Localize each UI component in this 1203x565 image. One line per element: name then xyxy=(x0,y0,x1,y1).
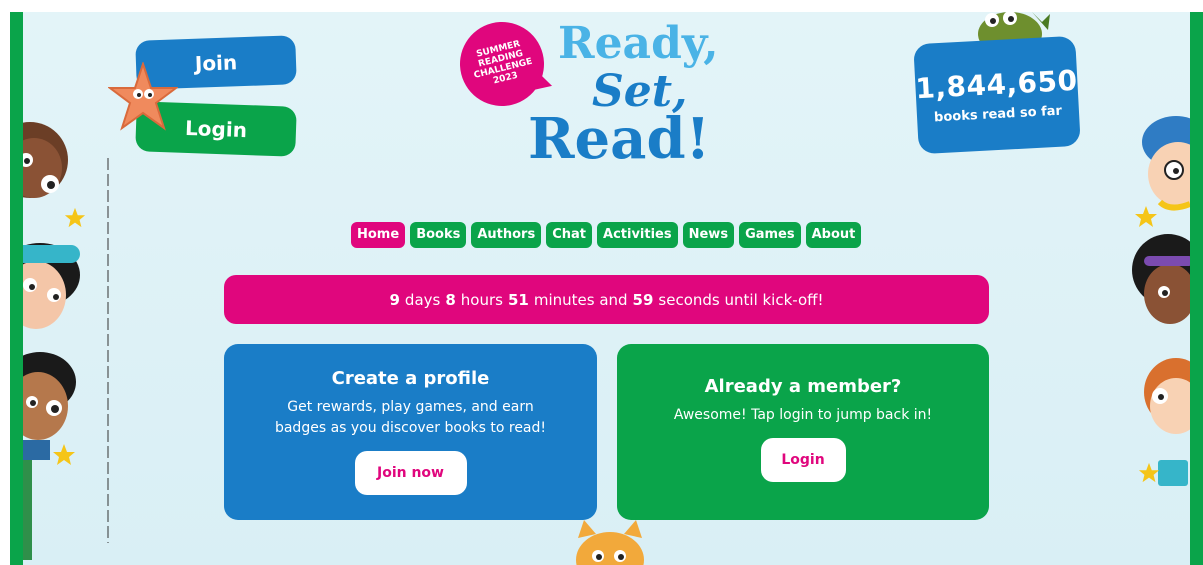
create-profile-card: Create a profile Get rewards, play games… xyxy=(224,344,597,520)
card-text: Awesome! Tap login to jump back in! xyxy=(673,407,933,423)
books-read-counter: 1,844,650 books read so far xyxy=(913,35,1081,155)
countdown-banner: 9 days 8 hours 51 minutes and 59 seconds… xyxy=(224,275,989,324)
books-read-label: books read so far xyxy=(933,103,1063,126)
starfish-illustration xyxy=(108,62,178,131)
logo-ready: Ready, xyxy=(558,18,719,69)
nav-item-about[interactable]: About xyxy=(805,222,862,248)
card-text: Get rewards, play games, and earn badges… xyxy=(274,399,547,436)
nav-item-activities[interactable]: Activities xyxy=(597,222,678,248)
dashed-divider xyxy=(107,158,109,543)
countdown-seconds: 59 xyxy=(632,290,654,309)
ready-set-read-logo[interactable]: Ready, Set, Read! xyxy=(520,18,760,172)
left-border xyxy=(10,12,23,565)
logo-read: Read! xyxy=(528,106,711,172)
nav-item-books[interactable]: Books xyxy=(410,222,467,248)
main-nav: Home Books Authors Chat Activities News … xyxy=(351,222,862,248)
star-icon xyxy=(1138,462,1160,483)
already-member-card: Already a member? Awesome! Tap login to … xyxy=(617,344,989,520)
card-title: Already a member? xyxy=(704,376,902,397)
right-border xyxy=(1190,12,1203,565)
countdown-days: 9 xyxy=(389,290,400,309)
countdown-minutes-label: minutes and xyxy=(533,290,628,309)
countdown-minutes: 51 xyxy=(507,290,529,309)
nav-item-games[interactable]: Games xyxy=(739,222,801,248)
nav-item-news[interactable]: News xyxy=(682,222,735,248)
countdown-days-label: days xyxy=(404,290,441,309)
nav-item-authors[interactable]: Authors xyxy=(471,222,542,248)
nav-item-home[interactable]: Home xyxy=(351,222,406,248)
card-login-button[interactable]: Login xyxy=(760,438,846,482)
countdown-hours-label: hours xyxy=(460,290,503,309)
kid-illustration-right-2 xyxy=(1132,234,1195,324)
star-icon xyxy=(53,444,75,465)
card-title: Create a profile xyxy=(331,368,490,389)
cat-illustration xyxy=(576,520,644,565)
countdown-hours: 8 xyxy=(445,290,456,309)
join-now-button[interactable]: Join now xyxy=(354,451,467,495)
countdown-seconds-label: seconds until kick-off! xyxy=(658,290,824,309)
books-read-value: 1,844,650 xyxy=(914,63,1079,106)
nav-item-chat[interactable]: Chat xyxy=(546,222,593,248)
